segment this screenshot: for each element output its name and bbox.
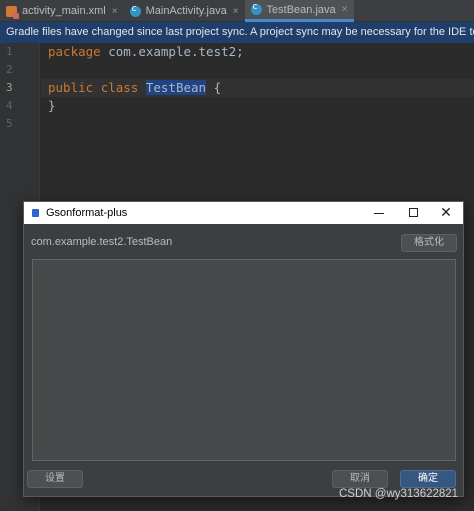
class-name-highlight: TestBean [145,80,207,95]
line-number: 2 [6,63,13,76]
tab-test-bean-java[interactable]: TestBean.java × [244,0,354,22]
gradle-sync-notification: Gradle files have changed since last pro… [0,22,474,43]
dialog-title: Gsonformat-plus [46,207,128,219]
close-button[interactable]: ✕ [429,202,463,224]
maximize-icon [408,208,418,217]
line-number: 5 [6,117,13,130]
line-number: 3 [6,81,13,94]
close-icon[interactable]: × [112,6,118,17]
tab-label: TestBean.java [266,3,336,16]
json-input-area[interactable] [32,259,456,461]
app-icon [32,209,39,217]
keyword: public [48,80,94,95]
tab-main-activity-java[interactable]: MainActivity.java × [124,0,245,22]
code-text: com.example.test2; [100,44,244,59]
java-class-icon [129,4,141,17]
line-number: 4 [6,99,13,112]
editor-tab-bar: activity_main.xml × MainActivity.java × … [0,0,474,22]
xml-file-icon [6,5,19,19]
tab-activity-main-xml[interactable]: activity_main.xml × [0,0,124,22]
close-icon[interactable]: × [342,4,348,15]
code-line: package com.example.test2; [41,43,474,61]
class-path-label: com.example.test2.TestBean [31,236,173,248]
csdn-watermark: CSDN @wy313622821 [339,488,459,500]
keyword: class [100,80,139,95]
settings-button[interactable]: 设置 [27,470,83,488]
java-class-icon [250,2,262,15]
close-icon[interactable]: × [233,6,239,17]
tab-label: activity_main.xml [22,5,106,17]
maximize-button[interactable] [396,202,430,224]
code-line: } [41,97,474,115]
minimize-icon [374,213,384,214]
line-number: 1 [6,45,13,58]
minimize-button[interactable] [362,202,396,224]
code-line-current: public class TestBean { [41,79,474,97]
keyword: package [48,44,101,59]
dialog-title-bar[interactable]: Gsonformat-plus ✕ [24,202,463,224]
code-text: { [206,80,222,95]
format-button[interactable]: 格式化 [401,234,457,252]
tab-label: MainActivity.java [145,5,227,17]
ok-button[interactable]: 确定 [400,470,456,488]
code-text: } [48,98,56,113]
gsonformat-dialog: Gsonformat-plus ✕ com.example.test2.Test… [23,201,464,497]
cancel-button[interactable]: 取消 [332,470,388,488]
